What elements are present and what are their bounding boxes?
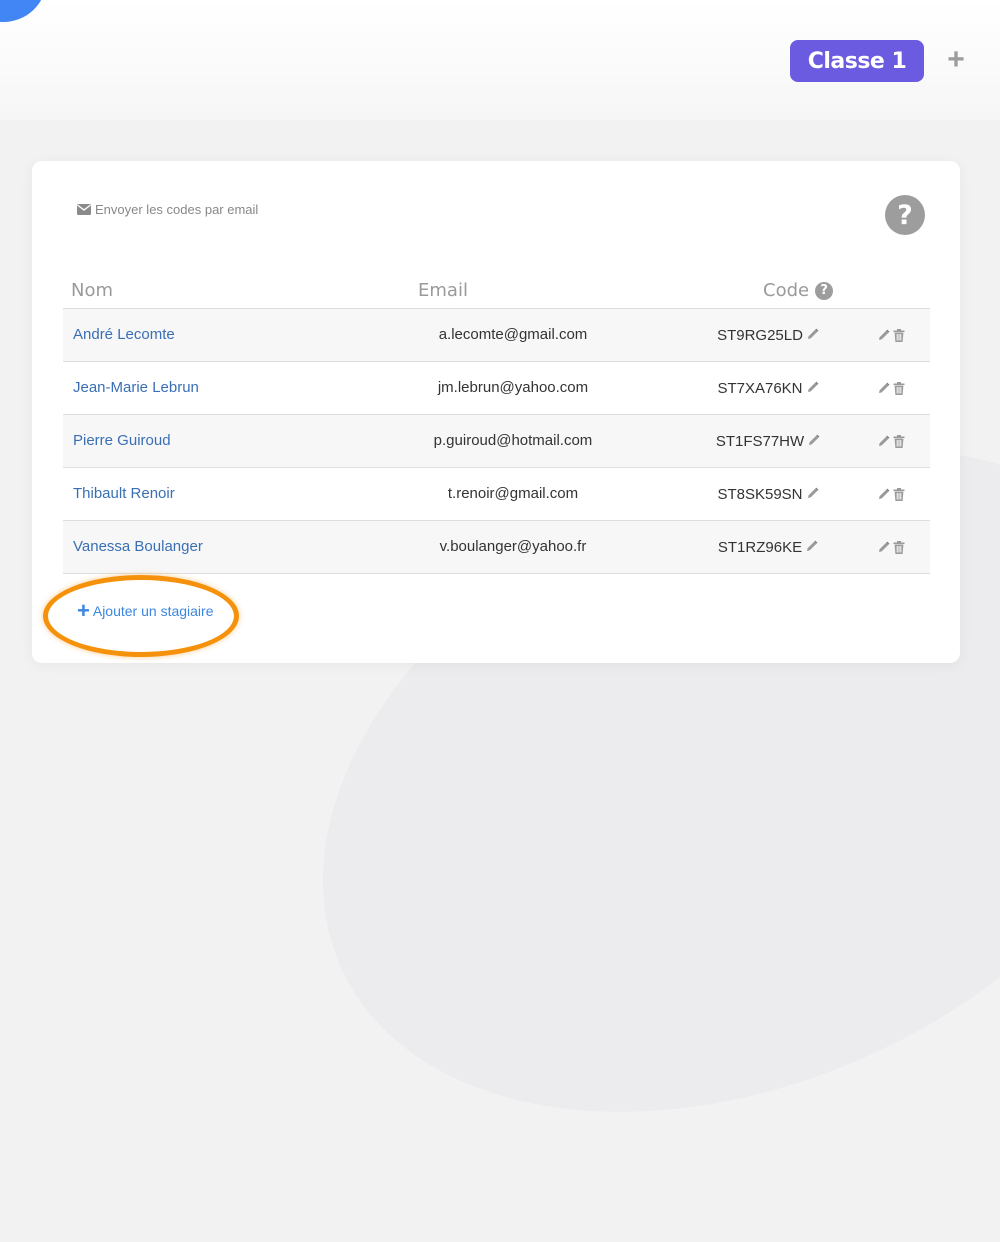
trainee-code: ST9RG25LD [703,309,833,361]
trainee-email: p.guiroud@hotmail.com [433,432,593,449]
send-codes-link[interactable]: Envoyer les codes par email [77,202,258,217]
delete-trainee-trash-icon[interactable] [893,381,905,395]
table-row: Vanessa Boulanger v.boulanger@yahoo.fr ST1… [63,521,930,574]
edit-code-pencil-icon[interactable] [808,433,820,450]
help-icon[interactable]: ? [885,195,925,235]
edit-trainee-pencil-icon[interactable] [878,329,890,341]
table-header: Nom Email Code ? [63,278,930,310]
edit-code-pencil-icon[interactable] [807,380,819,397]
trainee-code-value: ST1FS77HW [715,432,805,450]
column-header-name: Nom [71,280,114,301]
edit-trainee-pencil-icon[interactable] [878,488,890,500]
code-help-icon[interactable]: ? [815,282,834,300]
trainees-table: André Lecomte a.lecomte@gmail.com ST9RG25L… [63,309,930,574]
row-actions [878,309,905,361]
table-row: Pierre Guiroud p.guiroud@hotmail.com ST1FS… [63,415,930,468]
column-header-email: Email [418,280,468,301]
edit-trainee-pencil-icon[interactable] [878,541,890,553]
trainee-email: v.boulanger@yahoo.fr [439,538,587,555]
trainee-code: ST1RZ96KE [703,521,833,573]
row-actions [878,415,905,467]
delete-trainee-trash-icon[interactable] [893,487,905,501]
trainee-code-value: ST7XA76KN [717,379,803,397]
column-header-code: Code ? [763,278,834,304]
row-actions [878,362,905,414]
trainee-name[interactable]: Pierre Guiroud [73,415,171,467]
column-header-code-label: Code [763,280,810,301]
envelope-icon [77,204,91,215]
edit-trainee-pencil-icon[interactable] [878,435,890,447]
trainee-code: ST1FS77HW [703,415,833,467]
edit-code-pencil-icon[interactable] [807,327,819,344]
trainee-email: t.renoir@gmail.com [447,485,579,502]
trainee-name[interactable]: Vanessa Boulanger [73,521,203,573]
row-actions [878,468,905,520]
table-row: André Lecomte a.lecomte@gmail.com ST9RG25L… [63,309,930,362]
trainee-email: jm.lebrun@yahoo.com [437,379,589,396]
add-trainee-link[interactable]: + Ajouter un stagiaire [77,598,214,623]
trainee-email: a.lecomte@gmail.com [438,326,588,343]
trainee-name[interactable]: André Lecomte [73,309,175,361]
trainee-code-value: ST8SK59SN [717,485,803,503]
trainee-code: ST7XA76KN [703,362,833,414]
trainee-code: ST8SK59SN [703,468,833,520]
edit-code-pencil-icon[interactable] [807,486,819,503]
trainee-code-value: ST1RZ96KE [717,538,803,556]
plus-icon: + [77,598,90,623]
trainee-code-value: ST9RG25LD [717,326,803,344]
add-class-button[interactable]: + [944,45,968,75]
trainee-name[interactable]: Jean-Marie Lebrun [73,362,199,414]
class-tab-button[interactable]: Classe 1 [790,40,924,82]
edit-trainee-pencil-icon[interactable] [878,382,890,394]
edit-code-pencil-icon[interactable] [806,539,818,556]
trainees-card: Envoyer les codes par email ? Nom Email … [32,161,960,663]
delete-trainee-trash-icon[interactable] [893,540,905,554]
send-codes-label: Envoyer les codes par email [95,202,259,217]
trainee-name[interactable]: Thibault Renoir [73,468,175,520]
delete-trainee-trash-icon[interactable] [893,434,905,448]
add-trainee-label: Ajouter un stagiaire [92,603,214,619]
delete-trainee-trash-icon[interactable] [893,328,905,342]
table-row: Thibault Renoir t.renoir@gmail.com ST8SK59… [63,468,930,521]
row-actions [878,521,905,573]
table-row: Jean-Marie Lebrun jm.lebrun@yahoo.com ST7X… [63,362,930,415]
